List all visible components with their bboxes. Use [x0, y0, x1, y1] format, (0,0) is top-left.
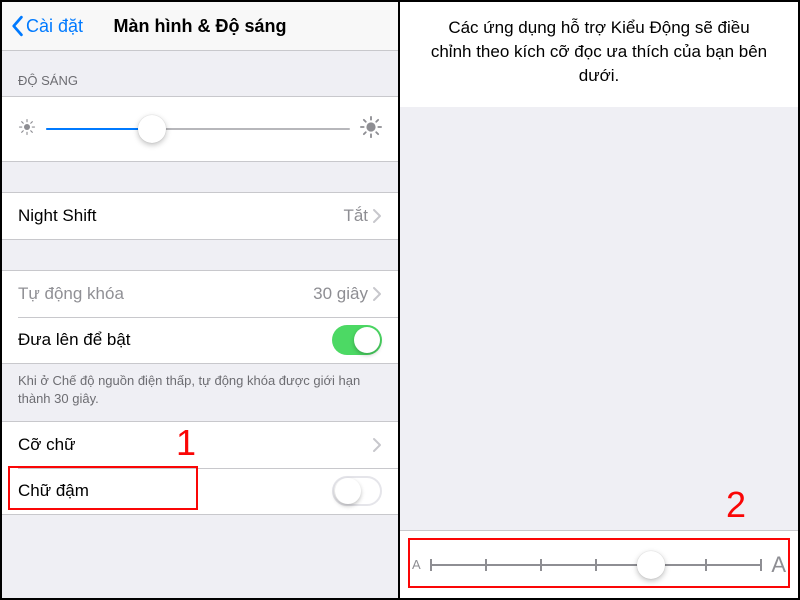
sun-low-icon: [18, 118, 36, 141]
brightness-slider-cell: [2, 97, 398, 161]
bold-text-label: Chữ đậm: [18, 481, 332, 501]
auto-lock-group: Tự động khóa 30 giây Đưa lên để bật: [2, 270, 398, 364]
chevron-left-icon: [10, 15, 24, 37]
text-size-pane: Các ứng dụng hỗ trợ Kiểu Động sẽ điều ch…: [400, 2, 798, 598]
bold-text-row: Chữ đậm: [2, 468, 398, 514]
settings-display-brightness-pane: Cài đặt Màn hình & Độ sáng ĐỘ SÁNG: [2, 2, 400, 598]
night-shift-group: Night Shift Tắt: [2, 192, 398, 240]
brightness-group: [2, 96, 398, 162]
bold-text-toggle[interactable]: [332, 476, 382, 506]
text-group: Cỡ chữ Chữ đậm: [2, 421, 398, 515]
back-button[interactable]: Cài đặt: [2, 15, 83, 37]
text-size-slider-thumb[interactable]: [637, 551, 665, 579]
small-a-icon: A: [412, 557, 421, 572]
text-size-slider-zone: A A: [400, 530, 798, 598]
raise-to-wake-toggle[interactable]: [332, 325, 382, 355]
night-shift-row[interactable]: Night Shift Tắt: [2, 193, 398, 239]
text-size-slider[interactable]: [431, 550, 762, 580]
night-shift-value: Tắt: [343, 206, 368, 226]
chevron-right-icon: [372, 286, 382, 302]
auto-lock-value: 30 giây: [313, 284, 368, 304]
raise-to-wake-row: Đưa lên để bật: [2, 317, 398, 363]
brightness-slider-thumb[interactable]: [138, 115, 166, 143]
chevron-right-icon: [372, 437, 382, 453]
night-shift-label: Night Shift: [18, 206, 343, 226]
low-power-note: Khi ở Chế độ nguồn điện thấp, tự động kh…: [2, 364, 398, 411]
big-a-icon: A: [771, 552, 786, 578]
auto-lock-row[interactable]: Tự động khóa 30 giây: [2, 271, 398, 317]
nav-header: Cài đặt Màn hình & Độ sáng: [2, 2, 398, 51]
auto-lock-label: Tự động khóa: [18, 284, 313, 304]
sun-high-icon: [360, 116, 382, 143]
brightness-section-header: ĐỘ SÁNG: [2, 51, 398, 96]
brightness-slider[interactable]: [46, 115, 350, 143]
text-size-row[interactable]: Cỡ chữ: [2, 422, 398, 468]
back-label: Cài đặt: [26, 16, 83, 37]
text-size-label: Cỡ chữ: [18, 435, 372, 455]
dynamic-type-info: Các ứng dụng hỗ trợ Kiểu Động sẽ điều ch…: [400, 2, 798, 107]
raise-to-wake-label: Đưa lên để bật: [18, 330, 332, 350]
chevron-right-icon: [372, 208, 382, 224]
